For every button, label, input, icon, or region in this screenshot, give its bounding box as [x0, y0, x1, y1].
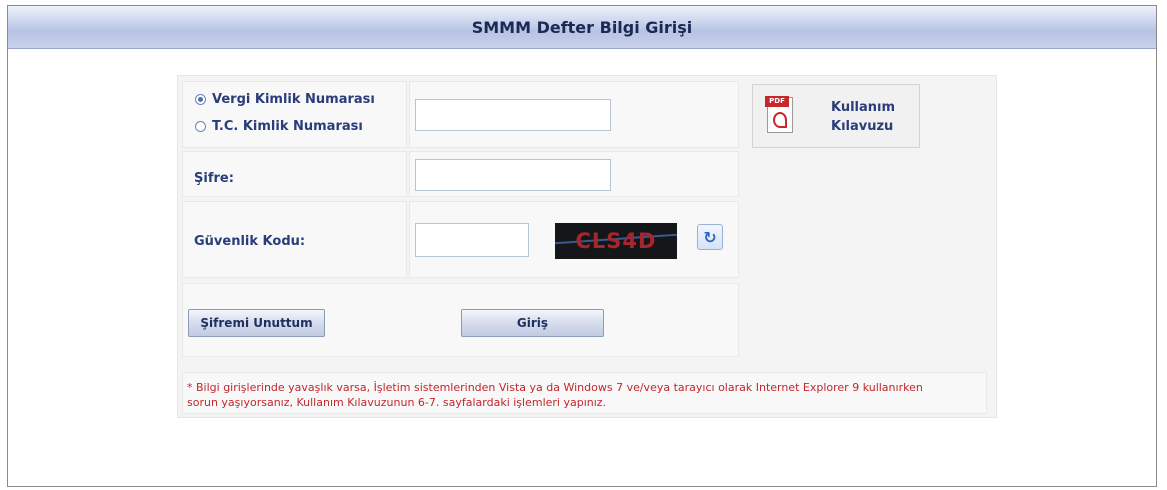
radio-vkn-row[interactable]: Vergi Kimlik Numarası [195, 92, 375, 107]
user-guide-line2: Kılavuzu [831, 119, 894, 134]
forgot-password-button[interactable]: Şifremi Unuttum [188, 309, 325, 337]
password-input[interactable] [415, 159, 611, 191]
radio-tckn[interactable] [195, 121, 206, 132]
user-guide-button[interactable]: PDF Kullanım Kılavuzu [752, 84, 920, 148]
radio-vkn-label: Vergi Kimlik Numarası [212, 92, 375, 107]
captcha-input[interactable] [415, 223, 529, 257]
pdf-swoosh-icon [773, 112, 787, 128]
pdf-icon: PDF [765, 96, 793, 133]
radio-vkn[interactable] [195, 94, 206, 105]
title-bar: SMMM Defter Bilgi Girişi [8, 6, 1156, 49]
captcha-code: CLS4D [575, 229, 657, 253]
user-guide-label: Kullanım Kılavuzu [831, 98, 895, 136]
login-button[interactable]: Giriş [461, 309, 604, 337]
radio-tckn-row[interactable]: T.C. Kimlik Numarası [195, 119, 363, 134]
notice-text: * Bilgi girişlerinde yavaşlık varsa, İşl… [187, 381, 923, 409]
password-label: Şifre: [194, 171, 234, 186]
radio-tckn-label: T.C. Kimlik Numarası [212, 119, 363, 134]
captcha-image: CLS4D [555, 223, 677, 259]
id-number-input[interactable] [415, 99, 611, 131]
user-guide-line1: Kullanım [831, 100, 896, 115]
window-title: SMMM Defter Bilgi Girişi [471, 17, 693, 37]
captcha-label: Güvenlik Kodu: [194, 234, 306, 249]
refresh-icon[interactable]: ↻ [697, 224, 723, 250]
pdf-icon-tag: PDF [765, 96, 789, 107]
